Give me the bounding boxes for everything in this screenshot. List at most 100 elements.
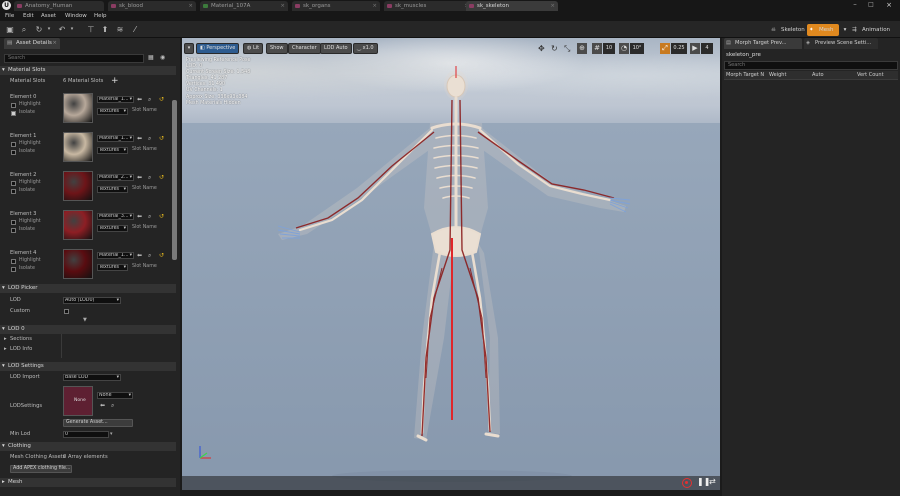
isolate-checkbox[interactable] xyxy=(11,189,16,194)
add-slot-icon[interactable]: + xyxy=(111,76,119,86)
reimport-icon[interactable]: ↻ xyxy=(34,24,44,35)
isolate-checkbox[interactable] xyxy=(11,228,16,233)
material-thumbnail[interactable] xyxy=(63,210,93,240)
use-selected-arrow-icon[interactable]: ⬅ xyxy=(137,135,142,142)
use-selected-arrow-icon[interactable]: ⬅ xyxy=(137,174,142,181)
animation-mode-button[interactable]: ⇶ Animation xyxy=(850,24,898,36)
close-window-button[interactable]: × xyxy=(880,0,898,10)
tab-morph-target-preview[interactable]: ▤ Morph Target Prev... xyxy=(724,38,802,49)
reset-to-default-icon[interactable]: ↺ xyxy=(159,213,164,220)
lod-settings-header[interactable]: ▾ LOD Settings xyxy=(0,362,176,371)
tab-asset-details[interactable]: ▤ Asset Details × xyxy=(4,38,60,49)
textures-select[interactable]: Textures ▾ xyxy=(97,108,128,115)
close-icon[interactable]: × xyxy=(188,1,193,11)
close-icon[interactable]: × xyxy=(52,38,57,49)
column-vert-count[interactable]: Vert Count xyxy=(857,72,884,79)
textures-select[interactable]: Textures ▾ xyxy=(97,186,128,193)
lit-button[interactable]: ◍ Lit xyxy=(243,43,264,54)
material-thumbnail[interactable] xyxy=(63,132,93,162)
scale-snap-value[interactable]: 0.25 xyxy=(671,43,687,54)
show-button[interactable]: Show xyxy=(266,43,288,54)
camera-speed-value[interactable]: 4 xyxy=(701,43,713,54)
reset-to-default-icon[interactable]: ↺ xyxy=(159,135,164,142)
camera-speed-icon[interactable]: ▶ xyxy=(690,43,700,54)
viewport-options-button[interactable]: ▾ xyxy=(184,43,194,54)
column-auto[interactable]: Auto xyxy=(812,72,824,79)
expand-more-icon[interactable]: ▼ xyxy=(83,317,87,323)
doc-tab-material[interactable]: Material_107A × xyxy=(200,1,288,11)
angle-snap-value[interactable]: 10° xyxy=(630,43,644,54)
rotate-icon[interactable]: ↻ xyxy=(551,44,558,53)
world-local-icon[interactable]: ⊕ xyxy=(577,43,587,54)
angle-snap-icon[interactable]: ◔ xyxy=(619,43,629,54)
minimize-button[interactable]: – xyxy=(848,0,862,10)
generate-asset-button[interactable]: Generate Asset... xyxy=(63,419,133,427)
close-icon[interactable]: × xyxy=(550,1,555,11)
undo-icon[interactable]: ↶ xyxy=(57,24,67,35)
lod-settings-thumbnail[interactable]: None xyxy=(63,386,93,416)
material-slots-header[interactable]: ▾ Material Slots xyxy=(0,66,176,75)
playback-speed-button[interactable]: ‿ x1.0 xyxy=(353,43,378,54)
doc-tab-anatomy-human[interactable]: Anatomy_Human xyxy=(14,1,104,11)
transform-icon[interactable]: ⊤ xyxy=(86,24,96,35)
mesh-mode-button[interactable]: ✦ Mesh xyxy=(807,24,839,36)
tab-preview-scene-settings[interactable]: ◈ Preview Scene Setti... xyxy=(804,38,878,49)
use-selected-arrow-icon[interactable]: ⬅ xyxy=(100,402,105,409)
textures-select[interactable]: Textures ▾ xyxy=(97,147,128,154)
lod-select[interactable]: Auto (LOD0) ▾ xyxy=(63,297,121,304)
close-icon[interactable]: × xyxy=(280,1,285,11)
doc-tab-sk-organs[interactable]: sk_organs × xyxy=(292,1,380,11)
browse-search-icon[interactable]: ⌕ xyxy=(148,213,151,220)
close-icon[interactable]: × xyxy=(372,1,377,11)
use-selected-arrow-icon[interactable]: ⬅ xyxy=(137,213,142,220)
chevron-down-icon[interactable]: ▾ xyxy=(44,24,54,35)
doc-tab-sk-blood[interactable]: sk_blood × xyxy=(108,1,196,11)
min-lod-input[interactable]: 0 xyxy=(63,431,109,438)
scale-icon[interactable]: ⤡ xyxy=(564,44,570,54)
reset-to-default-icon[interactable]: ↺ xyxy=(159,96,164,103)
paint-icon[interactable]: ⁄ xyxy=(130,24,140,35)
loop-icon[interactable]: ⇄ xyxy=(709,477,716,486)
browse-search-icon[interactable]: ⌕ xyxy=(148,174,151,181)
menu-file[interactable]: File xyxy=(5,11,14,21)
browse-search-icon[interactable]: ⌕ xyxy=(111,402,114,409)
browse-icon[interactable]: ⌕ xyxy=(19,24,29,35)
menu-help[interactable]: Help xyxy=(94,11,107,21)
clothing-header[interactable]: ▾ Clothing xyxy=(0,442,176,451)
highlight-checkbox[interactable] xyxy=(11,103,16,108)
textures-select[interactable]: Textures ▾ xyxy=(97,225,128,232)
make-static-mesh-icon[interactable]: ⬆ xyxy=(100,24,110,35)
details-scrollbar[interactable] xyxy=(172,100,177,260)
use-selected-arrow-icon[interactable]: ⬅ xyxy=(137,252,142,259)
custom-checkbox[interactable] xyxy=(64,309,69,314)
mesh-viewport[interactable]: ▾ ◧ Perspective ◍ Lit Show Character LOD… xyxy=(182,38,720,490)
lod-picker-header[interactable]: ▾ LOD Picker xyxy=(0,284,176,293)
browse-search-icon[interactable]: ⌕ xyxy=(148,96,151,103)
character-button[interactable]: Character xyxy=(288,43,321,54)
column-weight[interactable]: Weight xyxy=(769,72,786,79)
chevron-down-icon[interactable]: ▾ xyxy=(840,24,850,36)
browse-search-icon[interactable]: ⌕ xyxy=(148,252,151,259)
chevron-down-icon[interactable]: ▾ xyxy=(110,431,113,437)
highlight-checkbox[interactable] xyxy=(11,220,16,225)
morph-search-input[interactable]: Search xyxy=(724,61,898,70)
chevron-down-icon[interactable]: ▾ xyxy=(67,24,77,35)
eye-icon[interactable]: ◉ xyxy=(160,54,165,61)
lod-icon[interactable]: ≋ xyxy=(115,24,125,35)
menu-edit[interactable]: Edit xyxy=(23,11,34,21)
grid-snap-value[interactable]: 10 xyxy=(603,43,615,54)
maximize-button[interactable]: □ xyxy=(864,0,878,10)
skeleton-mode-button[interactable]: ☠ Skeleton xyxy=(769,24,805,36)
doc-tab-sk-skeleton[interactable]: sk_skeleton × xyxy=(466,1,558,11)
highlight-checkbox[interactable] xyxy=(11,142,16,147)
lod-auto-button[interactable]: LOD Auto xyxy=(320,43,352,54)
isolate-checkbox[interactable] xyxy=(11,267,16,272)
scale-snap-icon[interactable]: ⤢ xyxy=(660,43,670,54)
save-icon[interactable]: ▣ xyxy=(5,24,15,35)
perspective-button[interactable]: ◧ Perspective xyxy=(196,43,240,54)
menu-window[interactable]: Window xyxy=(65,11,87,21)
doc-tab-sk-muscles[interactable]: sk_muscles× xyxy=(384,1,472,11)
reset-to-default-icon[interactable]: ↺ xyxy=(159,174,164,181)
record-button[interactable] xyxy=(682,478,692,488)
lod-info-row[interactable]: ▸ LOD Info xyxy=(4,346,32,353)
